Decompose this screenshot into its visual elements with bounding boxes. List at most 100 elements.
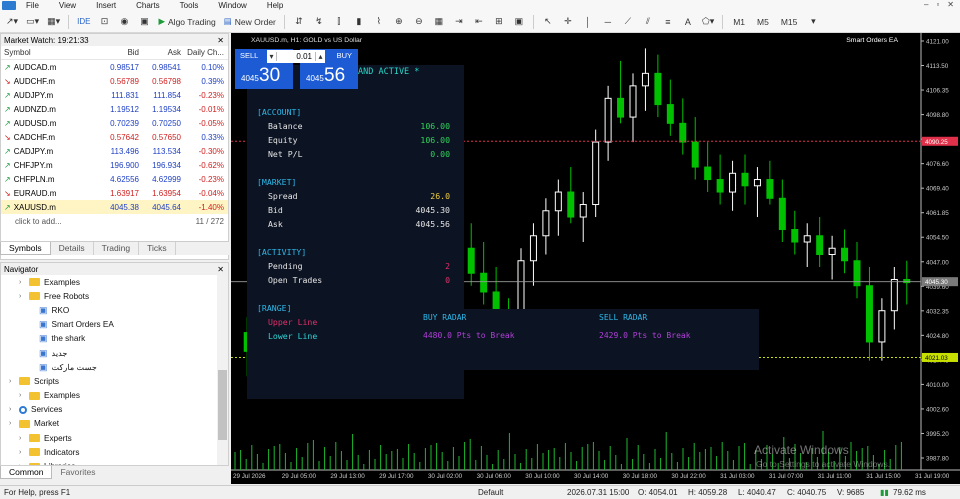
column-daily-change[interactable]: Daily Ch... [181,48,228,57]
market-watch-row[interactable]: ↗ AUDNZD.m 1.19512 1.19534 -0.01% [1,102,228,116]
timeframe-m5[interactable]: M5 [753,14,773,30]
chevron-right-icon[interactable]: › [9,378,15,385]
shift-icon[interactable]: ⇤ [471,14,487,30]
menu-file[interactable]: File [16,1,49,10]
navigator-item-label: Free Robots [44,291,90,301]
horizontal-line-icon[interactable]: ─ [600,14,616,30]
lot-size-input[interactable]: ▾ 0.01 ▴ [267,50,325,63]
candle-chart-icon[interactable]: ▮ [351,14,367,30]
market-watch-row[interactable]: ↗ CHFPLN.m 4.62556 4.62999 -0.23% [1,172,228,186]
menu-view[interactable]: View [49,1,86,10]
navigator-item[interactable]: › Services [1,403,228,417]
close-icon[interactable]: ✕ [217,36,224,45]
depth-icon[interactable]: ⇵ [291,14,307,30]
chevron-right-icon[interactable]: › [19,449,25,456]
market-watch-row[interactable]: ↗ AUDCAD.m 0.98517 0.98541 0.10% [1,60,228,74]
tile-icon[interactable]: ▦ [431,14,447,30]
tab-details[interactable]: Details [51,242,94,255]
timeframe-m1[interactable]: M1 [729,14,749,30]
algo-trading-button[interactable]: ▶ Algo Trading [156,14,217,30]
lot-size-value[interactable]: 0.01 [277,52,315,61]
chevron-right-icon[interactable]: › [19,435,25,442]
screenshot-icon[interactable]: ▣ [511,14,527,30]
close-icon[interactable]: ✕ [217,265,224,274]
tab-symbols[interactable]: Symbols [0,242,51,255]
market-watch-row[interactable]: ↘ AUDCHF.m 0.56789 0.56798 0.39% [1,74,228,88]
tab-common[interactable]: Common [0,466,53,479]
close-icon[interactable]: ✕ [947,0,954,9]
line-chart-icon[interactable]: ⌇ [371,14,387,30]
menu-help[interactable]: Help [257,1,293,10]
restore-icon[interactable]: ▫ [936,0,939,9]
profiles-icon[interactable]: ▭▾ [24,14,41,30]
market-watch-row[interactable]: ↘ CADCHF.m 0.57642 0.57650 0.33% [1,130,228,144]
navigator-item[interactable]: ▣ RKO [1,303,228,317]
market-watch-row[interactable]: ↗ XAUUSD.m 4045.38 4045.64 -1.40% [1,200,228,214]
tab-trading[interactable]: Trading [94,242,140,255]
signal-icon[interactable]: ◉ [116,14,132,30]
tab-ticks[interactable]: Ticks [139,242,176,255]
navigator-item[interactable]: ▣ جست مارکت [1,360,228,374]
market-watch-row[interactable]: ↗ CADJPY.m 113.496 113.534 -0.30% [1,144,228,158]
chevron-right-icon[interactable]: › [19,293,25,300]
trendline-icon[interactable]: ⟋ [620,14,636,30]
autoscroll-icon[interactable]: ⇥ [451,14,467,30]
navigator-scrollbar[interactable] [217,275,228,465]
market-watch-row[interactable]: ↘ EURAUD.m 1.63917 1.63954 -0.04% [1,186,228,200]
scrollbar-thumb[interactable] [218,370,227,440]
chart-window[interactable]: 4121.004113.504106.354098.804084.004076.… [231,33,960,484]
minimize-icon[interactable]: – [924,0,928,9]
crosshair-icon[interactable]: ✛ [560,14,576,30]
new-order-button[interactable]: ▤ New Order [222,14,278,30]
chevron-right-icon[interactable]: › [9,420,15,427]
column-symbol[interactable]: Symbol [1,48,97,57]
menu-tools[interactable]: Tools [170,1,209,10]
market-watch-row[interactable]: ↗ AUDUSD.m 0.70239 0.70250 -0.05% [1,116,228,130]
one-click-icon[interactable]: ↯ [311,14,327,30]
lot-increase-icon[interactable]: ▴ [315,52,325,61]
ide-button[interactable]: IDE [75,14,92,30]
templates-icon[interactable]: ▦▾ [45,14,62,30]
status-profile[interactable]: Default [478,488,503,497]
chart-type-icon[interactable]: ↗▾ [4,14,20,30]
symbol-name: XAUUSD.m [13,202,56,212]
shapes-icon[interactable]: ⬠▾ [700,14,716,30]
navigator-item[interactable]: › Free Robots [1,289,228,303]
menu-window[interactable]: Window [208,1,256,10]
indicators-icon[interactable]: ⊞ [491,14,507,30]
fibonacci-icon[interactable]: ≡ [660,14,676,30]
chevron-right-icon[interactable]: › [9,406,15,413]
navigator-item[interactable]: › Examples [1,389,228,403]
column-bid[interactable]: Bid [97,48,139,57]
column-ask[interactable]: Ask [139,48,181,57]
symbol-cell: ↘ EURAUD.m [1,189,97,198]
market-icon[interactable]: ▣ [136,14,152,30]
channel-icon[interactable]: ⫽ [640,14,656,30]
text-icon[interactable]: A [680,14,696,30]
navigator-item[interactable]: › Experts [1,431,228,445]
vertical-line-icon[interactable]: │ [580,14,596,30]
navigator-item[interactable]: › Scripts [1,374,228,388]
navigator-item[interactable]: › Examples [1,275,228,289]
navigator-item[interactable]: › Market [1,417,228,431]
navigator-item[interactable]: ▣ the shark [1,332,228,346]
chevron-right-icon[interactable]: › [19,279,25,286]
bar-chart-icon[interactable]: ⫿ [331,14,347,30]
navigator-item[interactable]: ▣ جدید [1,346,228,360]
market-watch-row[interactable]: ↗ AUDJPY.m 111.831 111.854 -0.23% [1,88,228,102]
cursor-icon[interactable]: ↖ [540,14,556,30]
tab-favorites[interactable]: Favorites [52,466,103,479]
timeframe-m15[interactable]: M15 [777,14,802,30]
menu-charts[interactable]: Charts [126,1,170,10]
market-watch-row[interactable]: ↗ CHFJPY.m 196.900 196.934 -0.62% [1,158,228,172]
menu-insert[interactable]: Insert [86,1,126,10]
lot-decrease-icon[interactable]: ▾ [267,52,277,61]
chevron-right-icon[interactable]: › [19,392,25,399]
zoom-out-icon[interactable]: ⊖ [411,14,427,30]
add-symbol-link[interactable]: click to add... [15,217,62,226]
navigator-item[interactable]: › Indicators [1,445,228,459]
zoom-in-icon[interactable]: ⊕ [391,14,407,30]
more-timeframes-icon[interactable]: ▾ [805,14,821,30]
strategy-tester-icon[interactable]: ⊡ [96,14,112,30]
navigator-item[interactable]: ▣ Smart Orders EA [1,318,228,332]
